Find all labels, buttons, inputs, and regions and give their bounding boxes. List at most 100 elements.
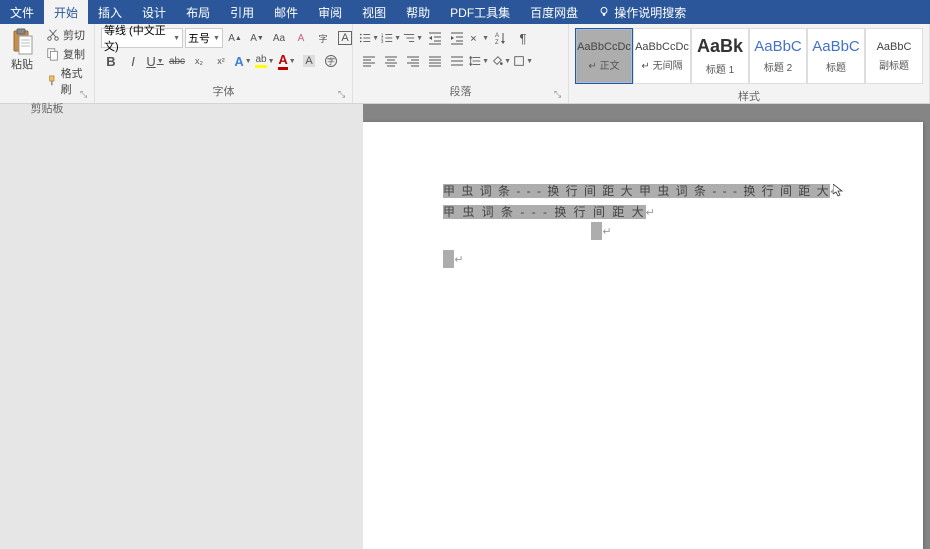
svg-text:✕: ✕ xyxy=(470,33,477,43)
tab-mailings[interactable]: 邮件 xyxy=(264,0,308,24)
font-launcher[interactable]: ⤡ xyxy=(338,89,350,101)
copy-label: 复制 xyxy=(63,46,85,62)
tell-me-search[interactable]: 操作说明搜索 xyxy=(598,4,686,21)
para-mark-icon: ↵ xyxy=(454,254,463,266)
page-viewport[interactable]: 甲 虫 词 条 - - - 换 行 间 距 大 甲 虫 词 条 - - - 换 … xyxy=(363,104,930,549)
char-border-button[interactable]: A xyxy=(335,28,355,48)
tab-layout[interactable]: 布局 xyxy=(176,0,220,24)
para-mark-icon: ↵ xyxy=(602,226,611,238)
style-preview: AaBbCcDc xyxy=(635,41,689,53)
document-area: 甲 虫 词 条 - - - 换 行 间 距 大 甲 虫 词 条 - - - 换 … xyxy=(0,104,930,549)
phonetic-button[interactable]: 字 xyxy=(313,28,333,48)
borders-icon xyxy=(513,54,525,68)
char-shading-button[interactable]: A xyxy=(299,51,319,71)
svg-text:Z: Z xyxy=(495,40,499,45)
align-right-icon xyxy=(406,54,420,68)
font-name-select[interactable]: 等线 (中文正文)▼ xyxy=(101,28,183,48)
bucket-icon xyxy=(491,54,503,68)
tab-home[interactable]: 开始 xyxy=(44,0,88,24)
multilevel-button[interactable]: ▼ xyxy=(403,28,423,48)
subscript-button[interactable]: x₂ xyxy=(189,51,209,71)
styles-group-label: 样式 xyxy=(573,86,925,106)
group-paragraph: ▼ 123▼ ▼ ✕▼ AZ ¶ ▼ ▼ ▼ xyxy=(353,24,569,103)
style-title[interactable]: AaBbC 标题 xyxy=(807,28,865,84)
paste-button[interactable]: 粘贴 xyxy=(4,26,40,74)
style-name: 标题 xyxy=(826,59,846,74)
doc-line-4[interactable]: ↵ xyxy=(443,252,923,266)
pilcrow-icon: ¶ xyxy=(520,31,527,46)
underline-button[interactable]: U▼ xyxy=(145,51,165,71)
highlight-button[interactable]: ab▼ xyxy=(255,51,275,71)
style-heading2[interactable]: AaBbC 标题 2 xyxy=(749,28,807,84)
tab-file[interactable]: 文件 xyxy=(0,0,44,24)
style-no-spacing[interactable]: AaBbCcDc ↵ 无间隔 xyxy=(633,28,691,84)
style-name: ↵ 正文 xyxy=(588,57,619,72)
style-name: 副标题 xyxy=(879,57,909,72)
distribute-button[interactable] xyxy=(447,51,467,71)
show-marks-button[interactable]: ¶ xyxy=(513,28,533,48)
style-heading1[interactable]: AaBk 标题 1 xyxy=(691,28,749,84)
para-mark-icon: ↵ xyxy=(646,207,657,219)
numbering-icon: 123 xyxy=(381,31,393,45)
paragraph-group-label: 段落 xyxy=(357,81,564,101)
shrink-font-button[interactable]: A▼ xyxy=(247,28,267,48)
tab-insert[interactable]: 插入 xyxy=(88,0,132,24)
grow-font-button[interactable]: A▲ xyxy=(225,28,245,48)
cursor-icon xyxy=(833,184,843,198)
tab-view[interactable]: 视图 xyxy=(352,0,396,24)
doc-line-2[interactable]: 甲 虫 词 条 - - - 换 行 间 距 大↵ xyxy=(443,203,923,220)
clear-format-button[interactable]: A xyxy=(291,28,311,48)
bulb-icon xyxy=(598,6,610,18)
tab-help[interactable]: 帮助 xyxy=(396,0,440,24)
align-right-button[interactable] xyxy=(403,51,423,71)
clipboard-launcher[interactable]: ⤡ xyxy=(80,89,92,101)
text-effects-button[interactable]: A▼ xyxy=(233,51,253,71)
font-color-button[interactable]: A▼ xyxy=(277,51,297,71)
svg-text:3: 3 xyxy=(381,39,384,44)
tab-pdf[interactable]: PDF工具集 xyxy=(440,0,520,24)
paragraph-launcher[interactable]: ⤡ xyxy=(554,89,566,101)
justify-button[interactable] xyxy=(425,51,445,71)
align-left-icon xyxy=(362,54,376,68)
bullets-button[interactable]: ▼ xyxy=(359,28,379,48)
multilevel-icon xyxy=(403,31,415,45)
bold-button[interactable]: B xyxy=(101,51,121,71)
decrease-indent-button[interactable] xyxy=(425,28,445,48)
clipboard-group-label: 剪贴板 xyxy=(4,98,90,118)
align-left-button[interactable] xyxy=(359,51,379,71)
style-subtitle[interactable]: AaBbC 副标题 xyxy=(865,28,923,84)
asian-layout-button[interactable]: ✕▼ xyxy=(469,28,489,48)
align-center-button[interactable] xyxy=(381,51,401,71)
tab-references[interactable]: 引用 xyxy=(220,0,264,24)
styles-gallery[interactable]: AaBbCcDc ↵ 正文 AaBbCcDc ↵ 无间隔 AaBk 标题 1 A… xyxy=(573,26,925,86)
superscript-button[interactable]: x² xyxy=(211,51,231,71)
shading-button[interactable]: ▼ xyxy=(491,51,511,71)
increase-indent-button[interactable] xyxy=(447,28,467,48)
line-spacing-button[interactable]: ▼ xyxy=(469,51,489,71)
borders-button[interactable]: ▼ xyxy=(513,51,533,71)
spacing-icon xyxy=(469,54,481,68)
left-panel xyxy=(0,104,363,549)
tell-me-label: 操作说明搜索 xyxy=(614,4,686,21)
tab-review[interactable]: 审阅 xyxy=(308,0,352,24)
copy-button[interactable]: 复制 xyxy=(44,45,90,63)
tab-design[interactable]: 设计 xyxy=(132,0,176,24)
copy-icon xyxy=(46,47,60,61)
page[interactable]: 甲 虫 词 条 - - - 换 行 间 距 大 甲 虫 词 条 - - - 换 … xyxy=(363,122,923,549)
sort-button[interactable]: AZ xyxy=(491,28,511,48)
style-normal[interactable]: AaBbCcDc ↵ 正文 xyxy=(575,28,633,84)
cut-button[interactable]: 剪切 xyxy=(44,26,90,44)
ribbon: 粘贴 剪切 复制 格式刷 剪贴板 ⤡ xyxy=(0,24,930,104)
doc-line-3[interactable]: ↵ xyxy=(443,224,923,238)
change-case-button[interactable]: Aa xyxy=(269,28,289,48)
italic-button[interactable]: I xyxy=(123,51,143,71)
font-size-select[interactable]: 五号▼ xyxy=(185,28,223,48)
indent-icon xyxy=(450,31,464,45)
group-font: 等线 (中文正文)▼ 五号▼ A▲ A▼ Aa A 字 A B I U▼ abc… xyxy=(95,24,353,103)
enclose-char-button[interactable]: 字 xyxy=(321,51,341,71)
numbering-button[interactable]: 123▼ xyxy=(381,28,401,48)
strikethrough-button[interactable]: abc xyxy=(167,51,187,71)
tab-baidu[interactable]: 百度网盘 xyxy=(520,0,588,24)
doc-line-1[interactable]: 甲 虫 词 条 - - - 换 行 间 距 大 甲 虫 词 条 - - - 换 … xyxy=(443,182,923,199)
style-name: ↵ 无间隔 xyxy=(641,57,682,72)
